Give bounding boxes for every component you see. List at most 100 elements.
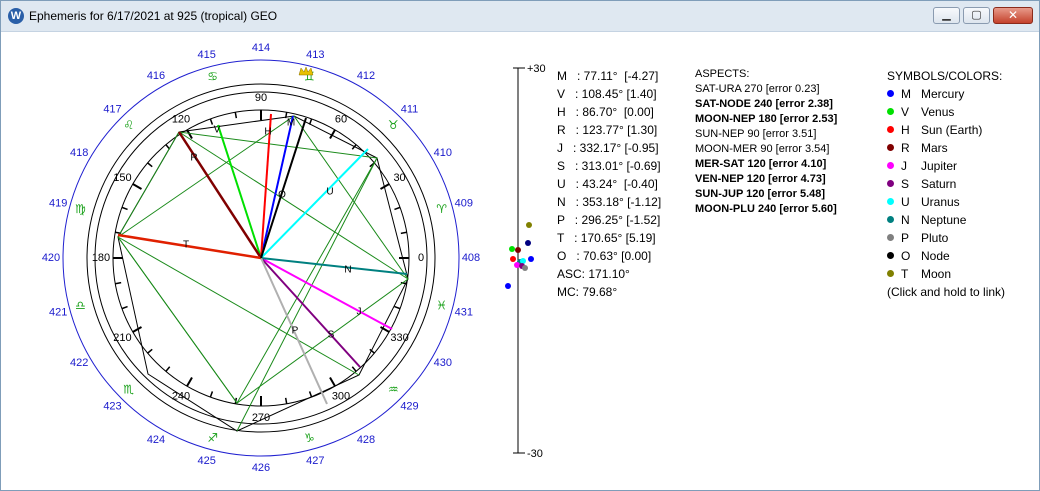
degree-label: 60 [335, 113, 347, 125]
degree-tick [394, 305, 401, 310]
title-bar[interactable]: W Ephemeris for 6/17/2021 at 925 (tropic… [1, 1, 1039, 32]
outer-number: 410 [434, 147, 452, 159]
symbol-row-moon[interactable]: T Moon [887, 265, 1005, 283]
outer-number: 423 [103, 400, 121, 412]
symbol-row-sun-earth[interactable]: H Sun (Earth) [887, 121, 1005, 139]
minimize-icon: ▁ [942, 9, 951, 21]
symbol-name: Neptune [921, 213, 967, 227]
symbol-row-node[interactable]: O Node [887, 247, 1005, 265]
readout-line: S : 313.01° [-0.69] [557, 159, 661, 173]
planet-letter-U: U [326, 187, 333, 198]
outer-number: 422 [70, 357, 88, 369]
planet-letter-N: N [344, 265, 351, 276]
outer-number: 408 [462, 252, 480, 264]
zodiac-glyph: ♐ [207, 431, 218, 445]
color-dot-icon [887, 108, 894, 116]
degree-tick [329, 377, 336, 387]
aspect-polygons [117, 115, 409, 432]
degree-tick [165, 366, 171, 372]
aspect-line [117, 236, 360, 376]
aspect-line [236, 157, 378, 432]
color-dot-icon [887, 180, 894, 188]
aspect-item[interactable]: MER-SAT 120 [error 4.10] [695, 157, 837, 172]
symbol-row-mercury[interactable]: M Mercury [887, 85, 1005, 103]
aspect-item[interactable]: MOON-NEP 180 [error 2.53] [695, 112, 837, 127]
latitude-dot [505, 283, 511, 289]
readout-line: M : 77.11° [-4.27] [557, 69, 659, 83]
symbol-row-pluto[interactable]: P Pluto [887, 229, 1005, 247]
outer-number: 426 [252, 462, 270, 474]
outer-number: 421 [49, 306, 67, 318]
aspects-list: SAT-URA 270 [error 0.23] SAT-NODE 240 [er… [695, 82, 837, 215]
app-icon: W [8, 8, 24, 24]
degree-tick [394, 206, 401, 211]
latitude-dot [509, 246, 515, 252]
color-dot-icon [887, 162, 894, 170]
planet-letter-M: M [287, 118, 295, 129]
zodiac-glyph: ♑ [304, 431, 315, 445]
aspect-item[interactable]: SUN-JUP 120 [error 5.48] [695, 187, 837, 202]
zodiac-glyph: ♓ [436, 299, 447, 313]
degree-label: 120 [172, 113, 190, 125]
symbol-name: Sun (Earth) [921, 123, 983, 137]
symbol-row-neptune[interactable]: N Neptune [887, 211, 1005, 229]
aspect-item[interactable]: SAT-NODE 240 [error 2.38] [695, 97, 837, 112]
ephemeris-chart[interactable]: 414 413 412 411 410 409 408 431 430 429 428 427 426 4… [1, 32, 1039, 490]
zodiac-glyph: ♋ [207, 70, 218, 84]
aspect-item[interactable]: MOON-PLU 240 [error 5.60] [695, 202, 837, 217]
aspect-item[interactable]: MOON-MER 90 [error 3.54] [695, 142, 837, 157]
symbol-name: Moon [921, 267, 952, 281]
degree-tick [351, 366, 357, 372]
symbol-name: Uranus [921, 195, 960, 209]
symbol-row-venus[interactable]: V Venus [887, 103, 1005, 121]
outer-number: 412 [357, 70, 375, 82]
degree-label: 180 [92, 252, 110, 264]
scale-top-label: +30 [527, 63, 546, 75]
latitude-dot [525, 240, 531, 246]
degree-label: 300 [332, 390, 350, 402]
symbol-letter: M [901, 87, 911, 101]
degree-label: 270 [252, 412, 270, 424]
readout-line: P : 296.25° [-1.52] [557, 213, 661, 227]
readout-line: T : 170.65° [5.19] [557, 231, 656, 245]
degree-tick [147, 162, 153, 168]
readout-line: U : 43.24° [-0.40] [557, 177, 658, 191]
ephemeris-window: W Ephemeris for 6/17/2021 at 925 (tropic… [0, 0, 1040, 491]
aspect-item[interactable]: VEN-NEP 120 [error 4.73] [695, 172, 837, 187]
degree-label: 240 [172, 390, 190, 402]
crown-icon [298, 66, 314, 76]
symbol-row-saturn[interactable]: S Saturn [887, 175, 1005, 193]
planet-line-R [177, 131, 263, 259]
aspect-item[interactable]: SUN-NEP 90 [error 3.51] [695, 127, 837, 142]
readout-line: O : 70.63° [0.00] [557, 249, 652, 263]
color-dot-icon [887, 126, 894, 134]
symbol-row-uranus[interactable]: U Uranus [887, 193, 1005, 211]
planet-line-J [260, 257, 393, 330]
symbol-row-mars[interactable]: R Mars [887, 139, 1005, 157]
outer-number: 409 [455, 198, 473, 210]
symbol-letter: S [901, 177, 910, 191]
planet-letter-H: H [264, 127, 271, 138]
symbol-letter: N [901, 213, 910, 227]
aspects-panel: ASPECTS: SAT-URA 270 [error 0.23] SAT-NOD… [695, 67, 837, 215]
symbol-row-jupiter[interactable]: J Jupiter [887, 157, 1005, 175]
degree-label: 210 [113, 332, 131, 344]
degree-tick [147, 348, 153, 354]
close-button[interactable]: ✕ [993, 7, 1033, 24]
outer-number: 416 [147, 70, 165, 82]
degree-label: 0 [418, 252, 424, 264]
degree-label: 90 [255, 92, 267, 104]
planet-line-T [117, 233, 262, 260]
aspect-item[interactable]: SAT-URA 270 [error 0.23] [695, 82, 837, 97]
minimize-button[interactable]: ▁ [933, 7, 960, 24]
readout-line: H : 86.70° [0.00] [557, 105, 654, 119]
maximize-button[interactable]: ▢ [963, 7, 990, 24]
symbol-letter: R [901, 141, 910, 155]
outer-number: 414 [252, 42, 270, 54]
planet-letter-V: V [214, 125, 221, 136]
latitude-dot [515, 247, 521, 253]
readout-line: R : 123.77° [1.30] [557, 123, 658, 137]
scale-bottom-label: -30 [527, 448, 543, 460]
symbols-panel: SYMBOLS/COLORS: M Mercury V Venus H Sun (Eart… [887, 67, 1005, 301]
outer-number: 428 [357, 434, 375, 446]
